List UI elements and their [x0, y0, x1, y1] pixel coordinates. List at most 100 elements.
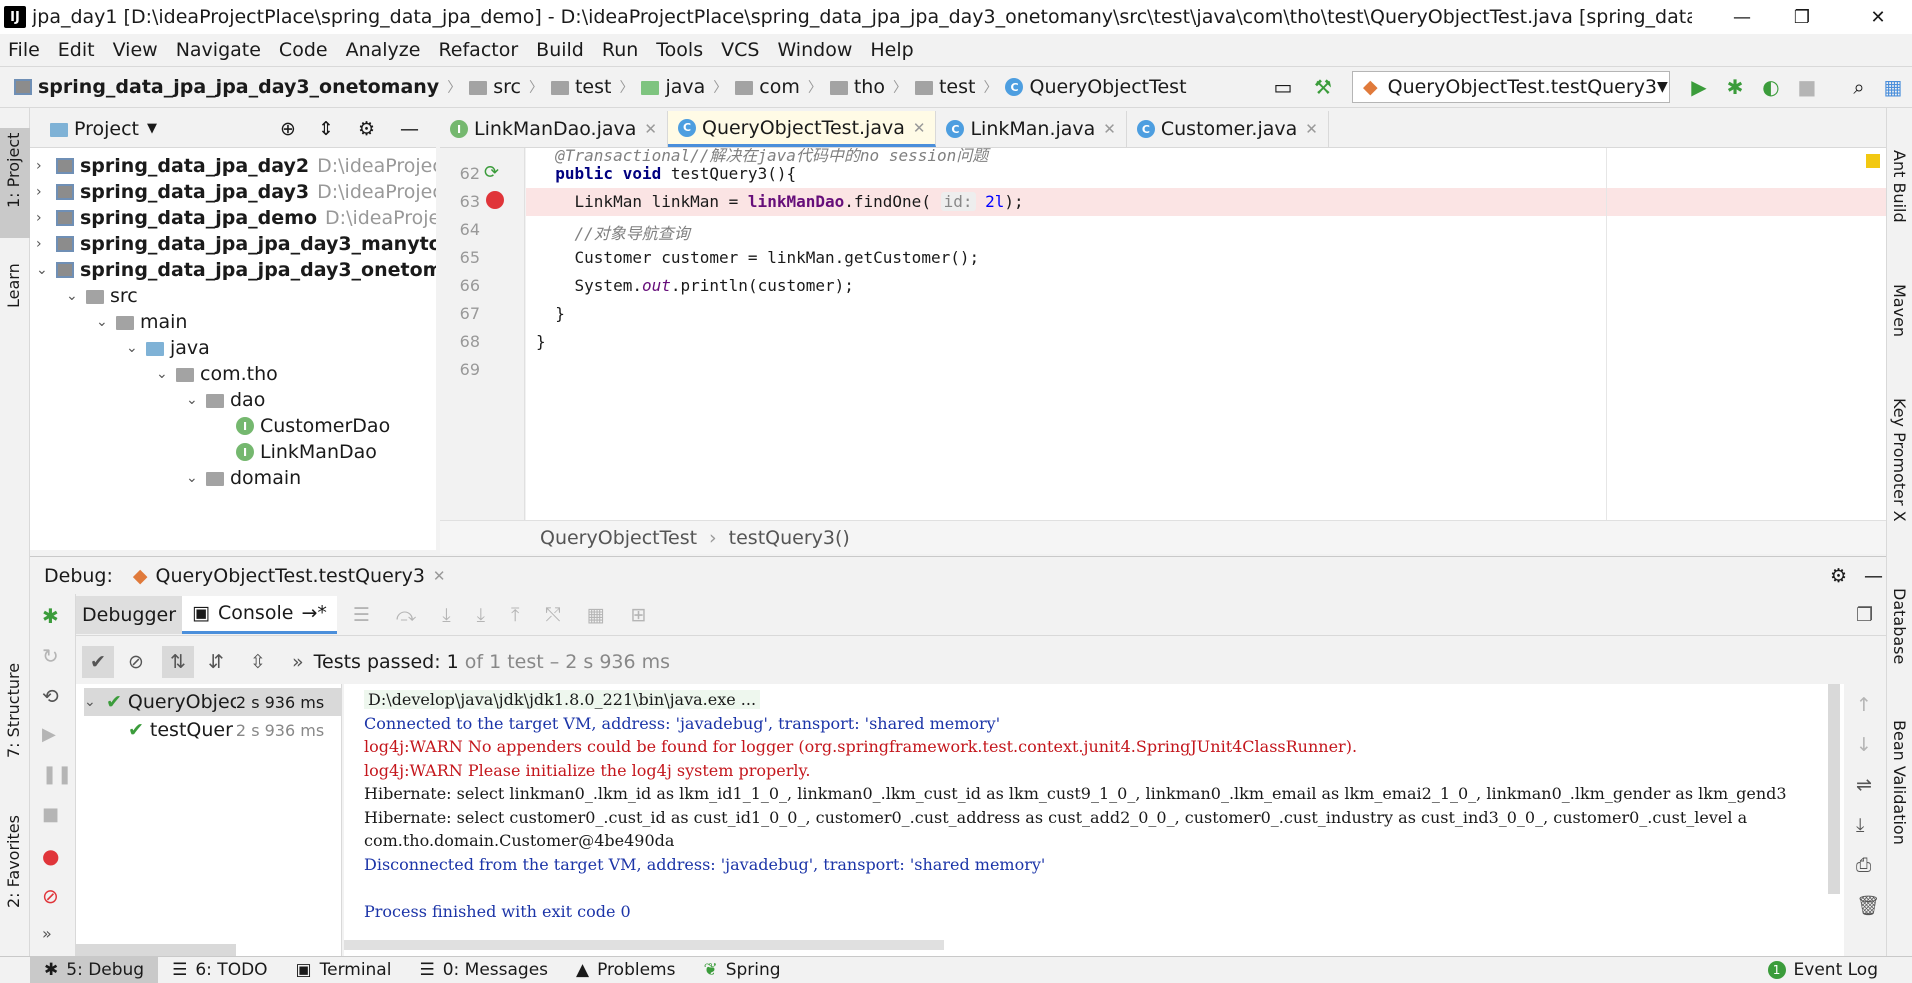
evaluate-icon[interactable]: ▦: [587, 604, 605, 626]
breadcrumb-tho[interactable]: tho 〉: [829, 76, 907, 98]
run-to-cursor-icon[interactable]: ⤲: [545, 604, 560, 626]
crumb-class[interactable]: QueryObjectTest: [540, 527, 697, 549]
menu-vcs[interactable]: VCS: [721, 39, 759, 61]
clear-all-icon[interactable]: 🗑: [1856, 894, 1880, 917]
tab-linkmandao[interactable]: I LinkManDao.java ✕: [440, 111, 668, 147]
run-configuration-select[interactable]: ◆ QueryObjectTest.testQuery3 ▼: [1352, 71, 1670, 103]
tab-debugger[interactable]: Debugger: [76, 595, 183, 634]
menu-view[interactable]: View: [113, 39, 158, 61]
coverage-icon[interactable]: ◐: [1758, 74, 1784, 100]
step-over-icon[interactable]: ⤼: [396, 604, 416, 626]
restart-icon[interactable]: ⟲: [42, 684, 59, 708]
more-icon[interactable]: »: [42, 924, 52, 943]
trace-icon[interactable]: ⊞: [631, 604, 647, 626]
tool-tab-project[interactable]: 1: Project: [4, 133, 23, 208]
debug-icon[interactable]: ✱: [1722, 74, 1748, 100]
close-icon[interactable]: ✕: [1305, 120, 1318, 138]
tab-queryobjecttest[interactable]: C QueryObjectTest.java ✕: [667, 111, 937, 147]
step-out-icon[interactable]: ⤒: [511, 604, 519, 626]
gear-icon[interactable]: ⚙: [358, 118, 375, 140]
soft-wrap-icon[interactable]: ⇌: [1856, 774, 1872, 796]
gear-icon[interactable]: ⚙: [1830, 565, 1847, 587]
tool-tab-bean-validation[interactable]: Bean Validation: [1890, 720, 1909, 845]
breakpoint-icon[interactable]: [486, 191, 504, 209]
project-view-select[interactable]: Project: [74, 118, 139, 140]
hide-panel-icon[interactable]: —: [400, 118, 419, 140]
more-icon[interactable]: »: [292, 651, 304, 673]
step-into-icon[interactable]: ⤓: [442, 604, 450, 626]
menu-tools[interactable]: Tools: [656, 39, 703, 61]
menu-navigate[interactable]: Navigate: [176, 39, 261, 61]
resume-icon[interactable]: ▶: [42, 724, 56, 745]
crumb-method[interactable]: testQuery3(): [729, 527, 850, 549]
stop-icon[interactable]: ■: [42, 804, 59, 825]
hide-panel-icon[interactable]: —: [1864, 565, 1883, 587]
menu-refactor[interactable]: Refactor: [438, 39, 518, 61]
menu-help[interactable]: Help: [870, 39, 913, 61]
tree-node[interactable]: ⌄ domain: [186, 462, 301, 494]
test-suite-row[interactable]: ⌄ ✔ QueryObject 2 s 936 ms: [84, 688, 341, 716]
rerun-debug-icon[interactable]: ✱: [42, 604, 59, 628]
breadcrumb-java[interactable]: java 〉: [641, 76, 727, 98]
tool-spring[interactable]: ❦ Spring: [689, 957, 794, 983]
menu-analyze[interactable]: Analyze: [346, 39, 421, 61]
console-output[interactable]: D:\develop\java\jdk\jdk1.8.0_221\bin\jav…: [344, 684, 1844, 956]
close-button[interactable]: ✕: [1848, 0, 1908, 34]
breadcrumb-module[interactable]: spring_data_jpa_jpa_day3_onetomany 〉: [14, 76, 461, 98]
maximize-button[interactable]: ❐: [1772, 0, 1832, 34]
show-passed-icon[interactable]: ✔: [82, 646, 114, 678]
tool-event-log[interactable]: 1 Event Log: [1754, 957, 1892, 983]
frames-icon[interactable]: ☰: [353, 604, 370, 626]
tab-console[interactable]: ▣ Console →*: [182, 595, 337, 634]
test-case-row[interactable]: ✔ testQuer 2 s 936 ms: [84, 716, 341, 744]
menu-edit[interactable]: Edit: [58, 39, 95, 61]
breadcrumb-com[interactable]: com 〉: [735, 76, 822, 98]
menu-code[interactable]: Code: [279, 39, 328, 61]
warning-marker-icon[interactable]: [1866, 154, 1880, 168]
force-step-into-icon[interactable]: ⤓: [477, 604, 485, 626]
locate-icon[interactable]: ⊕: [280, 118, 296, 140]
editor-gutter[interactable]: 62 63 64 65 66 67 68 69 ⟳: [440, 148, 525, 520]
horizontal-scrollbar[interactable]: [76, 944, 236, 956]
mute-breakpoints-icon[interactable]: ⊘: [42, 884, 59, 908]
down-icon[interactable]: ↓: [1856, 734, 1872, 756]
menu-file[interactable]: File: [8, 39, 40, 61]
tool-debug[interactable]: ✱ 5: Debug: [30, 956, 159, 983]
breadcrumb-test[interactable]: test 〉: [550, 76, 633, 98]
collapse-all-icon[interactable]: ⇕: [318, 118, 334, 140]
scroll-to-end-icon[interactable]: ⤓: [1856, 814, 1864, 836]
menu-run[interactable]: Run: [602, 39, 638, 61]
view-breakpoints-icon[interactable]: ●: [42, 844, 59, 868]
horizontal-scrollbar[interactable]: [344, 940, 944, 950]
tool-tab-structure[interactable]: 7: Structure: [4, 663, 23, 758]
tool-tab-learn[interactable]: Learn: [4, 263, 23, 308]
sort-alpha-icon[interactable]: ⇅: [162, 646, 194, 678]
restore-layout-icon[interactable]: ❐: [1856, 604, 1873, 626]
tool-todo[interactable]: ☰ 6: TODO: [158, 957, 281, 983]
print-icon[interactable]: ⎙: [1856, 854, 1871, 876]
close-icon[interactable]: ✕: [913, 119, 926, 137]
chevron-down-icon[interactable]: ▼: [147, 121, 157, 136]
pause-icon[interactable]: ❚❚: [42, 764, 72, 785]
rerun-failed-icon[interactable]: ↻: [42, 644, 59, 668]
close-icon[interactable]: ✕: [433, 567, 446, 585]
menu-window[interactable]: Window: [777, 39, 852, 61]
show-ignored-icon[interactable]: ⊘: [120, 646, 152, 678]
up-icon[interactable]: ↑: [1856, 694, 1872, 716]
run-test-gutter-icon[interactable]: ⟳: [484, 162, 499, 183]
expand-all-icon[interactable]: ⇳: [242, 646, 274, 678]
project-structure-icon[interactable]: ▦: [1880, 74, 1906, 100]
tool-tab-ant-build[interactable]: Ant Build: [1890, 150, 1909, 223]
debug-session-tab[interactable]: QueryObjectTest.testQuery3: [156, 565, 425, 587]
tool-tab-favorites[interactable]: 2: Favorites: [4, 815, 23, 908]
tab-linkman[interactable]: C LinkMan.java ✕: [936, 111, 1127, 147]
breadcrumb-test-pkg[interactable]: test 〉: [914, 76, 997, 98]
code-editor[interactable]: @Transactional//解决在java代码中的no session问题 …: [526, 148, 1886, 520]
minimize-button[interactable]: —: [1712, 0, 1772, 34]
tool-tab-maven[interactable]: Maven: [1890, 284, 1909, 337]
menu-build[interactable]: Build: [536, 39, 584, 61]
run-icon[interactable]: ▶: [1686, 74, 1712, 100]
tool-messages[interactable]: ☰ 0: Messages: [405, 957, 562, 983]
close-icon[interactable]: ✕: [644, 120, 657, 138]
tool-problems[interactable]: ▲ Problems: [562, 957, 689, 983]
